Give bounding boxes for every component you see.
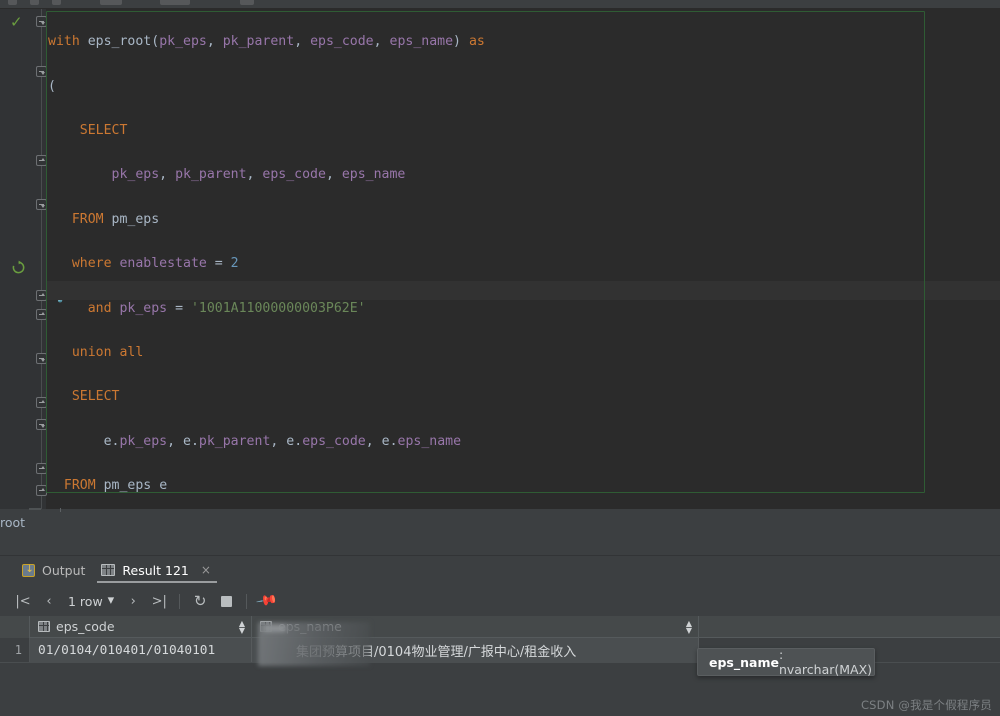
toolbar-icon-3[interactable]: [52, 0, 61, 5]
redaction-blur-overlay: [258, 622, 370, 666]
tool-window-tabs: Output Result 121 ×: [0, 556, 1000, 584]
row-number: 1: [0, 638, 30, 662]
prev-page-button[interactable]: ‹: [36, 590, 62, 612]
tool-window-divider: [0, 535, 1000, 556]
results-tool-window: Output Result 121 × |< ‹ 1 row ▾ › >| ↻ …: [0, 556, 1000, 716]
toolbar-icon-6[interactable]: [240, 0, 254, 5]
toolbar-icon-2[interactable]: [30, 0, 39, 5]
breadcrumb[interactable]: root: [0, 509, 1000, 535]
tooltip-column-name: eps_name: [709, 655, 779, 670]
code-line: e.pk_eps, e.pk_parent, e.eps_code, e.eps…: [46, 431, 1000, 453]
code-content[interactable]: with eps_root(pk_eps, pk_parent, eps_cod…: [46, 9, 1000, 509]
grid-header-eps-code[interactable]: eps_code ▲▼: [30, 616, 252, 638]
grid-header-label: eps_code: [56, 619, 115, 634]
grid-corner-cell[interactable]: [0, 616, 30, 638]
close-icon[interactable]: ×: [201, 563, 211, 577]
top-toolbar-strip: [0, 0, 1000, 9]
pin-icon[interactable]: 📌: [254, 590, 280, 612]
cell-eps-code[interactable]: 01/0104/010401/01040101: [30, 638, 252, 662]
chevron-down-icon: ▾: [108, 597, 115, 605]
last-page-button[interactable]: >|: [146, 590, 172, 612]
inspection-ok-checkmark-icon: ✓: [10, 14, 26, 30]
toolbar-icon-1[interactable]: [8, 0, 17, 5]
results-toolbar: |< ‹ 1 row ▾ › >| ↻ 📌: [0, 588, 1000, 614]
watermark: CSDN @我是个假程序员: [861, 697, 992, 713]
row-count-label: 1 row: [68, 594, 103, 609]
first-page-button[interactable]: |<: [10, 590, 36, 612]
sql-editor[interactable]: ✓ 💡 with eps_root(pk_eps, pk_parent, eps…: [0, 9, 1000, 509]
ide-window: ✓ 💡 with eps_root(pk_eps, pk_parent, eps…: [0, 0, 1000, 716]
column-icon: [38, 621, 50, 632]
tab-output-label: Output: [42, 563, 85, 578]
code-line: union all: [46, 342, 1000, 364]
toolbar-separator: [246, 594, 247, 609]
editor-gutter[interactable]: ✓: [0, 9, 46, 509]
fold-rail: [41, 9, 42, 509]
result-grid-icon: [101, 564, 115, 576]
column-type-tooltip: eps_name: nvarchar(MAX): [697, 648, 875, 676]
tab-result[interactable]: Result 121 ×: [97, 556, 223, 584]
sort-arrows-icon[interactable]: ▲▼: [239, 620, 245, 634]
breadcrumb-tick: [60, 508, 61, 512]
grid-header-row: eps_code ▲▼ eps_name ▲▼: [0, 616, 1000, 638]
code-line: SELECT: [46, 120, 1000, 142]
code-line: (: [46, 76, 1000, 98]
refresh-icon[interactable]: ↻: [187, 590, 213, 612]
tab-result-label: Result 121: [122, 563, 188, 578]
toolbar-separator: [179, 594, 180, 609]
toolbar-icon-5[interactable]: [160, 0, 190, 5]
breadcrumb-label: root: [0, 515, 25, 530]
code-line: FROM pm_eps: [46, 209, 1000, 231]
code-line: where enablestate = 2: [46, 253, 1000, 275]
stop-icon[interactable]: [213, 590, 239, 612]
code-line: with eps_root(pk_eps, pk_parent, eps_cod…: [46, 31, 1000, 53]
breadcrumb-tick: [29, 508, 41, 510]
tooltip-column-type: : nvarchar(MAX): [779, 647, 874, 677]
toolbar-icon-4[interactable]: [100, 0, 122, 5]
output-icon: [22, 564, 35, 577]
row-count-selector[interactable]: 1 row ▾: [62, 594, 120, 609]
next-page-button[interactable]: ›: [120, 590, 146, 612]
tab-output[interactable]: Output: [18, 556, 97, 584]
rerun-statement-icon[interactable]: [11, 260, 26, 275]
code-line: SELECT: [46, 386, 1000, 408]
sort-arrows-icon[interactable]: ▲▼: [686, 620, 692, 634]
code-line: and pk_eps = '1001A11000000003P62E': [46, 298, 1000, 320]
code-line: FROM pm_eps e: [46, 475, 1000, 497]
code-line: pk_eps, pk_parent, eps_code, eps_name: [46, 164, 1000, 186]
